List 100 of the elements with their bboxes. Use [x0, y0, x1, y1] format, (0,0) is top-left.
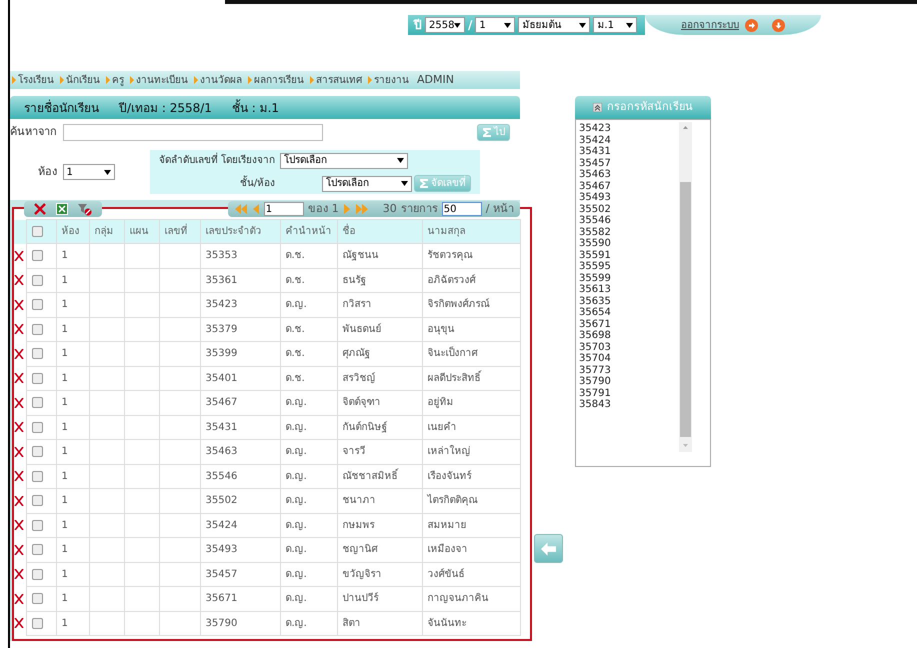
table-cell: จันนันทะ	[422, 611, 520, 636]
collapse-icon[interactable]	[593, 103, 602, 112]
row-checkbox[interactable]	[32, 348, 42, 360]
table-cell: เนยคำ	[422, 415, 520, 440]
delete-icon[interactable]	[14, 618, 24, 628]
table-cell: ด.ช.	[280, 244, 337, 268]
table-cell: ผลดีประสิทธิ์	[422, 366, 520, 390]
caret-icon[interactable]	[454, 22, 461, 28]
row-checkbox[interactable]	[32, 250, 42, 262]
delete-icon[interactable]	[14, 471, 24, 482]
caret-icon[interactable]	[397, 158, 404, 163]
table-cell: 1	[56, 244, 89, 268]
row-checkbox[interactable]	[32, 324, 42, 335]
delete-icon[interactable]	[14, 422, 24, 432]
table-cell: ณัฐชนน	[337, 244, 422, 268]
delete-icon[interactable]	[14, 544, 24, 555]
row-checkbox[interactable]	[32, 618, 42, 629]
spreadsheet-icon[interactable]	[56, 203, 68, 215]
page-number-field[interactable]: 1	[264, 202, 304, 216]
row-checkbox[interactable]	[32, 568, 42, 580]
row-checkbox[interactable]	[32, 470, 42, 482]
panel-subtitle: ปี/เทอม : 2558/1	[119, 100, 212, 116]
menu-item[interactable]: งานวัดผล	[200, 72, 242, 88]
table-cell: 35361	[200, 268, 280, 292]
row-checkbox[interactable]	[32, 446, 42, 458]
clear-filter-icon[interactable]	[78, 202, 92, 216]
panel-subtitle: ชั้น : ม.1	[232, 98, 280, 116]
search-field[interactable]	[63, 124, 323, 141]
scrollbar[interactable]	[679, 122, 692, 452]
row-checkbox[interactable]	[32, 495, 42, 506]
menu-item[interactable]: งานทะเบียน	[136, 72, 188, 88]
delete-icon[interactable]	[14, 446, 24, 457]
per-page-field[interactable]: 50	[442, 202, 482, 216]
table-cell: 35457	[200, 562, 280, 586]
menu-arrow-icon	[106, 76, 110, 84]
menu-item[interactable]: โรงเรียน	[18, 72, 54, 88]
delete-icon[interactable]	[14, 569, 24, 580]
arrow-down-icon[interactable]	[772, 18, 785, 32]
table-cell: 35467	[200, 390, 280, 415]
menu-arrow-icon	[12, 76, 16, 84]
menu-item[interactable]: รายงาน	[374, 72, 409, 88]
menu-arrow-icon	[368, 76, 372, 84]
caret-icon[interactable]	[626, 22, 634, 28]
column-header: เลขประจำตัว	[200, 220, 280, 244]
row-checkbox[interactable]	[32, 372, 42, 384]
row-checkbox[interactable]	[32, 593, 42, 604]
menu-item[interactable]: ผลการเรียน	[254, 72, 304, 88]
table-cell: สรวิชญ์	[337, 366, 422, 390]
menu-item[interactable]: ADMIN	[417, 72, 454, 88]
delete-icon[interactable]	[14, 496, 24, 506]
table-cell: ด.ช.	[280, 268, 337, 292]
table-cell: ชนาภา	[337, 488, 422, 513]
dropdown-field[interactable]: ม.1	[593, 17, 638, 33]
table-cell: 35502	[200, 488, 280, 513]
table-cell: ด.ญ.	[280, 538, 337, 562]
delete-icon[interactable]	[14, 250, 24, 261]
caret-icon[interactable]	[104, 170, 110, 174]
column-header: ห้อง	[56, 220, 89, 244]
table-cell: ด.ญ.	[280, 415, 337, 440]
records-label: รายการ	[400, 200, 438, 217]
table-cell: ด.ญ.	[280, 513, 337, 538]
row-checkbox[interactable]	[32, 520, 42, 531]
delete-icon[interactable]	[14, 275, 24, 286]
delete-icon[interactable]	[14, 348, 24, 359]
caret-icon[interactable]	[401, 181, 408, 186]
sort-dropdown[interactable]: โปรดเลือก	[280, 152, 408, 168]
menu-item[interactable]: ครู	[112, 72, 124, 88]
delete-icon[interactable]	[14, 324, 24, 334]
class-room-dropdown[interactable]: โปรดเลือก	[322, 176, 412, 192]
row-checkbox[interactable]	[32, 299, 42, 310]
caret-icon[interactable]	[504, 22, 512, 28]
menu-item[interactable]: นักเรียน	[66, 72, 100, 88]
delete-icon[interactable]	[14, 520, 24, 530]
side-panel-title: กรอกรหัสนักเรียน	[607, 99, 693, 116]
table-cell: 35671	[200, 586, 280, 611]
delete-icon[interactable]	[14, 398, 24, 408]
row-checkbox[interactable]	[32, 274, 42, 286]
table-cell: ณัชชาสมิหธิ์	[337, 464, 422, 488]
arrow-right-icon[interactable]	[745, 18, 758, 32]
room-dropdown[interactable]: 1	[62, 164, 114, 180]
table-cell: กาญจนภาคิน	[422, 586, 520, 611]
menu-item[interactable]: สารสนเทศ	[316, 72, 362, 88]
delete-icon[interactable]	[14, 373, 24, 384]
table-cell: ด.ญ.	[280, 440, 337, 464]
column-header: นามสกุล	[422, 220, 520, 244]
back-arrow-button[interactable]	[534, 534, 563, 563]
row-checkbox[interactable]	[32, 544, 42, 556]
caret-icon[interactable]	[579, 22, 586, 28]
row-checkbox[interactable]	[32, 422, 42, 433]
delete-icon[interactable]	[34, 203, 46, 215]
row-checkbox[interactable]	[32, 397, 42, 408]
table-cell: 1	[56, 562, 89, 586]
select-all-checkbox[interactable]	[32, 226, 42, 237]
table-cell: 35399	[200, 342, 280, 366]
delete-icon[interactable]	[14, 594, 24, 604]
dropdown-field[interactable]: มัธยมต้น	[518, 17, 590, 33]
dropdown-field[interactable]: 1	[475, 17, 516, 33]
column-header: เลขที่	[159, 220, 200, 244]
delete-icon[interactable]	[14, 300, 24, 310]
dropdown-field[interactable]: 2558	[425, 17, 465, 33]
